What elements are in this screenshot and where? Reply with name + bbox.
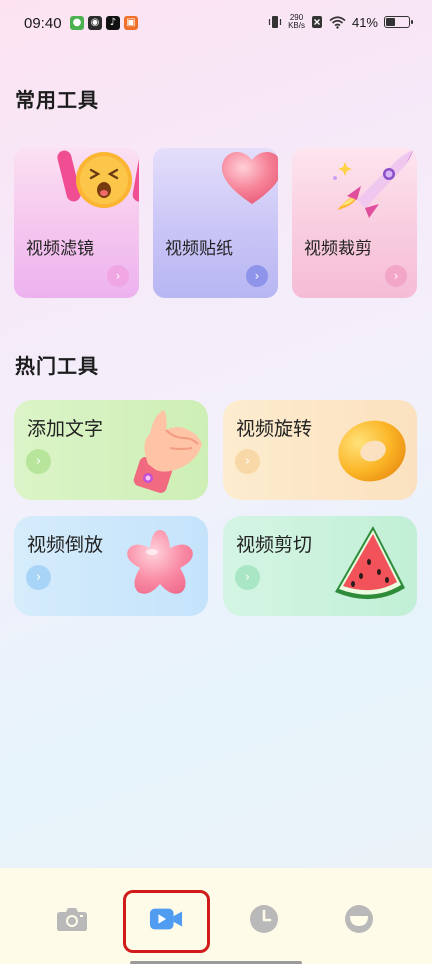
app-notification-icon: ● <box>70 16 84 30</box>
bottom-nav <box>0 868 432 964</box>
camera-icon <box>57 908 87 931</box>
app-badge-icon: ▣ <box>124 16 138 30</box>
tool-label-video-rotate: 视频旋转 <box>236 418 313 440</box>
face-icon <box>345 905 373 933</box>
donut-icon <box>338 420 406 482</box>
status-bar: 09:40 ● ◉ ♪ ▣ 290 KB/s 41% <box>0 0 432 50</box>
status-right: 290 KB/s 41% <box>268 14 413 30</box>
star-jelly-icon <box>127 530 193 594</box>
common-tools-title: 常用工具 <box>15 88 99 112</box>
hand-icon <box>133 410 202 493</box>
tool-label-video-cut: 视频剪切 <box>236 534 313 556</box>
arrow-right-icon: › <box>246 265 268 287</box>
tool-label-add-text: 添加文字 <box>27 418 104 440</box>
arrow-right-icon: › <box>26 449 51 474</box>
wechat-icon: ◉ <box>88 16 102 30</box>
rocket-icon <box>333 150 413 218</box>
tool-label-video-sticker: 视频贴纸 <box>165 239 233 259</box>
tool-label-video-reverse: 视频倒放 <box>27 534 104 556</box>
tool-label-video-crop: 视频裁剪 <box>304 239 372 259</box>
status-time: 09:40 <box>24 15 62 32</box>
tool-card-video-sticker[interactable]: 视频贴纸 › <box>153 148 278 298</box>
network-speed-unit: KB/s <box>288 21 305 30</box>
nav-camera[interactable] <box>55 902 89 936</box>
tool-card-video-reverse[interactable]: 视频倒放 › <box>14 516 208 616</box>
tool-card-video-cut[interactable]: 视频剪切 › <box>223 516 417 616</box>
network-speed: 290 KB/s <box>288 14 305 30</box>
tool-card-video-crop[interactable]: 视频裁剪 › <box>292 148 417 298</box>
battery-fill <box>386 18 395 26</box>
battery-icon <box>384 16 413 28</box>
wifi-icon <box>329 15 346 29</box>
hot-tools-title: 热门工具 <box>15 354 99 378</box>
shocked-emoji-icon <box>57 150 139 208</box>
arrow-right-icon: › <box>26 565 51 590</box>
sim-off-icon <box>311 16 322 28</box>
battery-percent: 41% <box>351 14 378 30</box>
arrow-right-icon: › <box>235 565 260 590</box>
arrow-right-icon: › <box>107 265 129 287</box>
vibrate-icon <box>268 16 282 28</box>
tool-card-add-text[interactable]: 添加文字 › <box>14 400 208 500</box>
selection-highlight <box>123 890 210 953</box>
tiktok-icon: ♪ <box>106 16 120 30</box>
clock-icon <box>250 905 278 933</box>
tool-card-video-rotate[interactable]: 视频旋转 › <box>223 400 417 500</box>
nav-history[interactable] <box>247 902 281 936</box>
arrow-right-icon: › <box>235 449 260 474</box>
arrow-right-icon: › <box>385 265 407 287</box>
heart-icon <box>221 152 278 204</box>
tool-label-video-filter: 视频滤镜 <box>26 239 94 259</box>
watermelon-icon <box>335 526 405 600</box>
tool-card-video-filter[interactable]: 视频滤镜 › <box>14 148 139 298</box>
nav-profile[interactable] <box>342 902 376 936</box>
notification-icons: ● ◉ ♪ ▣ <box>70 16 138 30</box>
